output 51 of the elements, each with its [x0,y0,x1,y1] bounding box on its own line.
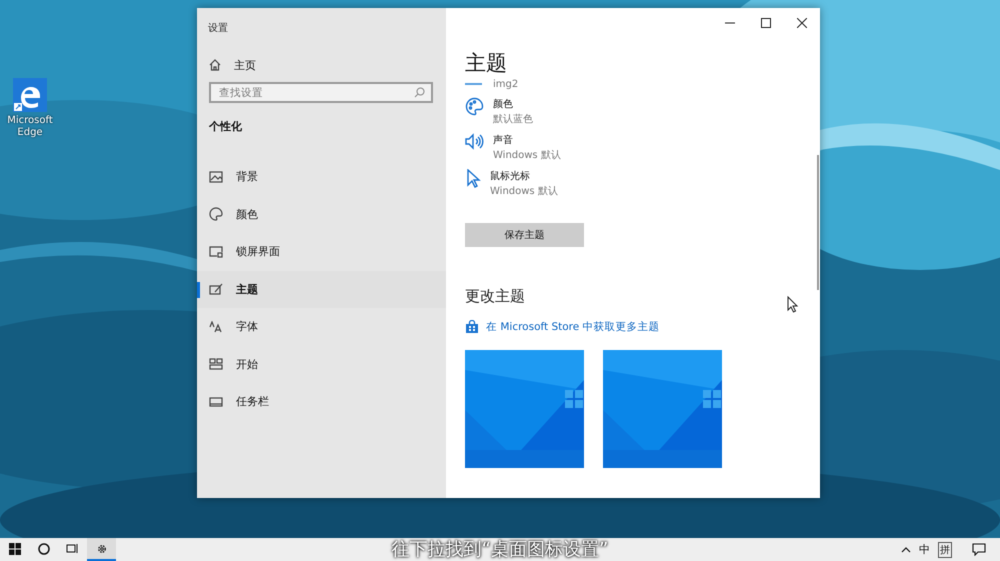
circle-icon [38,542,50,554]
search-icon [414,87,425,98]
nav-item[interactable]: 任务栏 [197,383,446,420]
edge-icon[interactable] [13,78,47,112]
close-icon [797,18,807,28]
taskbar-button[interactable] [87,538,116,561]
home-icon [209,59,221,71]
mouse-pointer-icon [787,296,799,313]
search-field[interactable]: 查找设置 [209,82,433,103]
property-name[interactable]: 鼠标光标 [490,169,558,183]
maximize-icon [761,18,771,28]
brush-monitor-icon [209,282,223,296]
save-theme-button[interactable]: 保存主题 [465,223,584,247]
picture-icon [209,170,223,183]
nav-item[interactable]: 主题 [197,270,446,308]
desktop-icon-label: Microsoft Edge [6,115,54,139]
store-link[interactable]: 在 Microsoft Store 中获取更多主题 [465,320,820,334]
input-mode-indicator[interactable]: 拼 [938,542,952,558]
window-title: 设置 [208,22,229,35]
palette-icon [209,207,223,222]
section-heading: 更改主题 [465,287,525,306]
property-value: Windows 默认 [493,149,561,162]
property-name[interactable]: 颜色 [493,97,533,111]
property-name[interactable]: 声音 [493,133,561,147]
page-title: 主题 [465,50,508,76]
gear-icon [96,542,108,554]
cursor-icon [465,169,481,188]
home-nav-item[interactable]: 主页 [197,55,446,75]
palette-icon [465,97,484,116]
background-value: img2 [493,78,518,90]
lock-screen-icon [209,246,223,258]
nav-item[interactable]: 锁屏界面 [197,233,446,270]
subtitle-caption: 往下拉找到“桌面图标设置” [392,538,608,561]
speaker-icon [465,133,484,150]
task-view-icon [66,543,79,554]
shopping-bag-icon [465,320,479,334]
notification-icon[interactable] [972,543,986,556]
start-icon [209,358,223,370]
windows-icon [8,542,20,554]
search-input[interactable]: 查找设置 [217,86,401,100]
taskbar-icon [209,396,223,407]
nav-item[interactable]: 字体 [197,308,446,346]
nav-item[interactable]: 开始 [197,346,446,383]
font-icon [209,320,223,333]
input-method-indicator[interactable]: 中 [919,542,930,557]
section-heading: 个性化 [209,119,243,134]
chevron-up-icon[interactable] [901,546,911,553]
nav-item[interactable]: 颜色 [197,196,446,233]
property-value: 默认蓝色 [493,112,533,126]
property-value: Windows 默认 [490,185,558,198]
nav-item[interactable]: 背景 [197,158,446,196]
